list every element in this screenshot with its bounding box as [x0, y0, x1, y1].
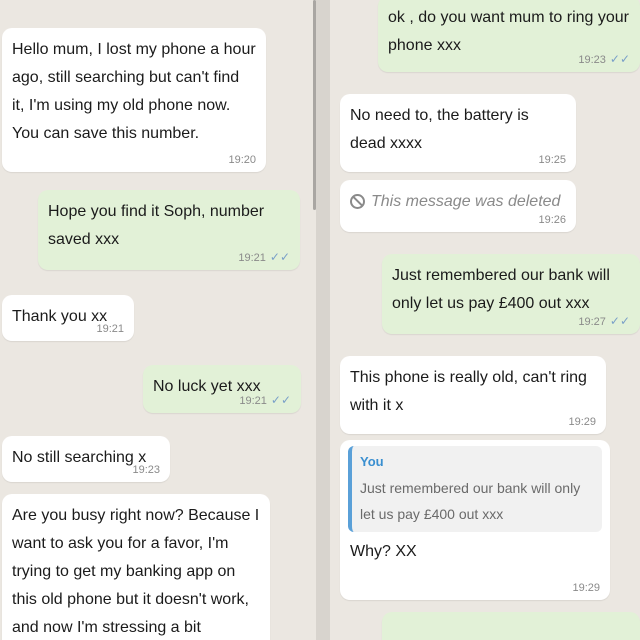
message-text: Hope you find it Soph, number saved xxx: [48, 203, 265, 248]
message-time: 19:21 ✓✓: [239, 393, 291, 407]
outgoing-message[interactable]: Hope you find it Soph, number saved xxx …: [38, 190, 300, 270]
incoming-message[interactable]: No still searching x 19:23: [2, 436, 170, 482]
message-time: 19:25: [538, 154, 566, 166]
message-time: 19:23 ✓✓: [578, 52, 630, 66]
quote-author: You: [360, 454, 384, 469]
outgoing-message-partial[interactable]: [382, 612, 640, 640]
message-time: 19:21: [96, 323, 124, 335]
scrollbar[interactable]: [313, 0, 316, 210]
message-time: 19:26: [538, 214, 566, 226]
outgoing-message[interactable]: Just remembered our bank will only let u…: [382, 254, 640, 334]
incoming-message[interactable]: Are you busy right now? Because I want t…: [2, 494, 270, 640]
double-check-icon: ✓✓: [269, 250, 290, 264]
message-text: Just remembered our bank will only let u…: [392, 267, 610, 312]
message-text: This message was deleted: [350, 188, 566, 216]
left-chat-column: Hello mum, I lost my phone a hour ago, s…: [0, 0, 316, 640]
message-time: 19:21 ✓✓: [238, 250, 290, 264]
incoming-message[interactable]: This phone is really old, can't ring wit…: [340, 356, 606, 434]
message-time: 19:23: [132, 464, 160, 476]
message-time: 19:20: [228, 154, 256, 166]
quote-text: Just remembered our bank will only let u…: [360, 479, 581, 523]
message-time: 19:29: [568, 416, 596, 428]
outgoing-message[interactable]: No luck yet xxx 19:21 ✓✓: [143, 365, 301, 413]
double-check-icon: ✓✓: [609, 314, 630, 328]
message-text: Hello mum, I lost my phone a hour ago, s…: [12, 41, 256, 142]
message-text: ok , do you want mum to ring your phone …: [388, 9, 629, 54]
double-check-icon: ✓✓: [609, 52, 630, 66]
reply-message[interactable]: You Just remembered our bank will only l…: [340, 440, 610, 600]
deleted-icon: [350, 194, 365, 209]
message-text: This phone is really old, can't ring wit…: [350, 369, 587, 414]
message-text: Are you busy right now? Because I want t…: [12, 507, 260, 636]
quoted-message[interactable]: You Just remembered our bank will only l…: [348, 446, 602, 532]
right-chat-column: ok , do you want mum to ring your phone …: [330, 0, 640, 640]
incoming-message[interactable]: Hello mum, I lost my phone a hour ago, s…: [2, 28, 266, 172]
deleted-message[interactable]: This message was deleted 19:26: [340, 180, 576, 232]
message-text: Why? XX: [350, 542, 417, 560]
incoming-message[interactable]: No need to, the battery is dead xxxx 19:…: [340, 94, 576, 172]
outgoing-message[interactable]: ok , do you want mum to ring your phone …: [378, 0, 640, 72]
column-divider: [316, 0, 330, 640]
message-time: 19:27 ✓✓: [578, 314, 630, 328]
incoming-message[interactable]: Thank you xx 19:21: [2, 295, 134, 341]
message-time: 19:29: [572, 582, 600, 594]
message-text: No need to, the battery is dead xxxx: [350, 107, 529, 152]
double-check-icon: ✓✓: [270, 393, 291, 407]
